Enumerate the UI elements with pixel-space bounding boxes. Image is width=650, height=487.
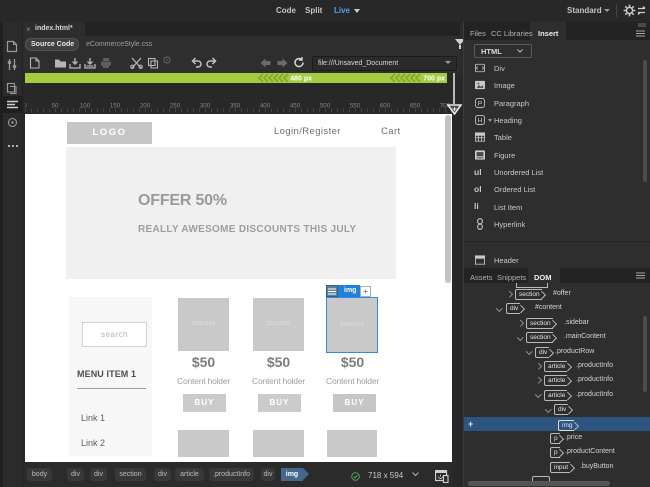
svg-text:600: 600 — [380, 103, 391, 110]
svg-text:480 px: 480 px — [290, 76, 312, 83]
svg-text:200: 200 — [140, 103, 151, 110]
svg-text:500: 500 — [320, 103, 331, 110]
svg-text:150: 150 — [110, 103, 121, 110]
svg-text:100: 100 — [80, 103, 91, 110]
svg-text:50: 50 — [52, 103, 59, 110]
svg-text:350: 350 — [230, 103, 241, 110]
svg-text:550: 550 — [350, 103, 361, 110]
svg-text:700 px: 700 px — [423, 76, 445, 83]
svg-text:H: H — [478, 118, 483, 125]
svg-text:650: 650 — [410, 103, 421, 110]
svg-text:300: 300 — [200, 103, 211, 110]
svg-text:0: 0 — [25, 103, 27, 110]
svg-text:400: 400 — [260, 103, 271, 110]
svg-text:P: P — [478, 100, 483, 107]
svg-text:250: 250 — [170, 103, 181, 110]
svg-text:450: 450 — [290, 103, 301, 110]
